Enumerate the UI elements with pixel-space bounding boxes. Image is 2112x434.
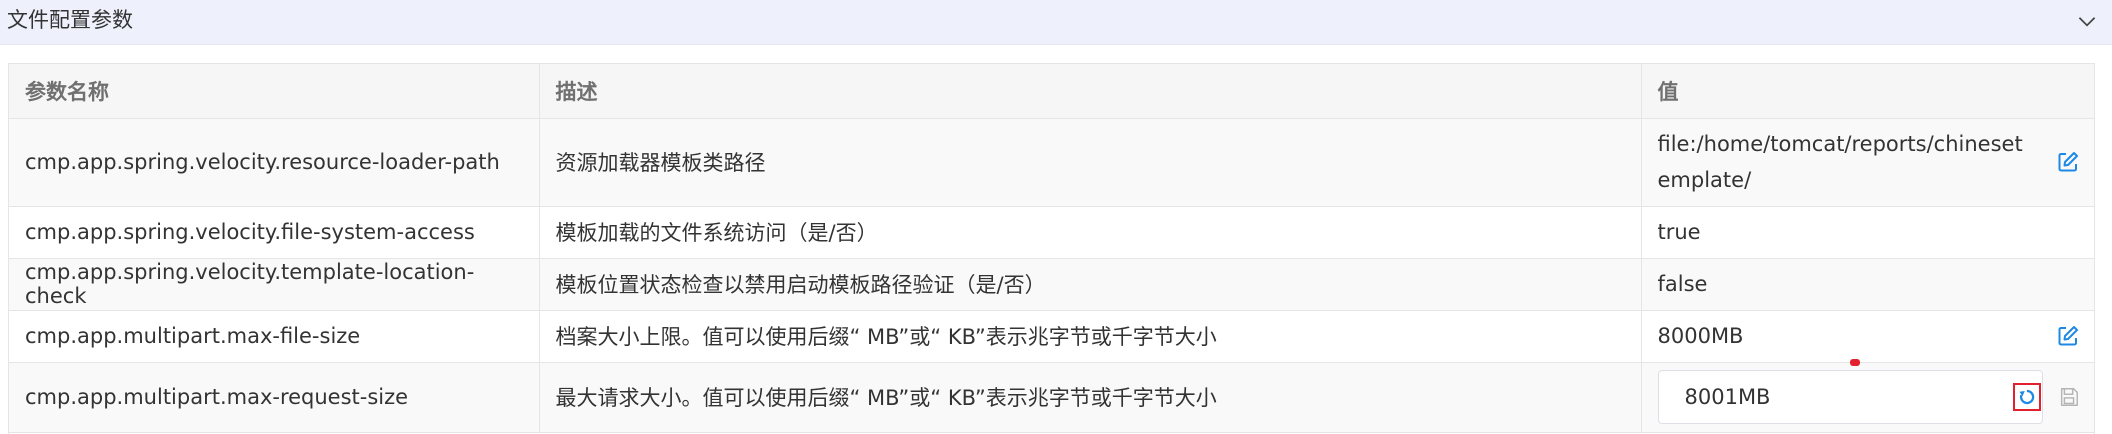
param-description: 最大请求大小。值可以使用后缀“ MB”或“ KB”表示兆字节或千字节大小 <box>539 362 1642 433</box>
table-row: cmp.app.spring.velocity.file-system-acce… <box>9 206 2094 259</box>
table-row-editing: cmp.app.multipart.max-request-size 最大请求大… <box>9 362 2094 433</box>
param-value-editor-cell <box>1641 362 2094 433</box>
edit-icon[interactable] <box>2056 150 2080 174</box>
param-value-cell: 8000MB <box>1641 310 2094 363</box>
param-name: cmp.app.spring.velocity.template-locatio… <box>9 258 540 311</box>
param-name: cmp.app.multipart.max-file-size <box>9 310 540 363</box>
value-input[interactable] <box>1659 371 2000 422</box>
param-name: cmp.app.multipart.max-request-size <box>9 362 540 433</box>
column-header-name: 参数名称 <box>9 64 540 119</box>
table-header-row: 参数名称 描述 值 <box>9 64 2094 119</box>
param-value: file:/home/tomcat/reports/chinesetemplat… <box>1657 132 2023 192</box>
chevron-down-icon[interactable] <box>2074 8 2100 34</box>
param-value: true <box>1641 206 2094 259</box>
reset-icon <box>2019 389 2034 404</box>
column-header-description: 描述 <box>539 64 1642 119</box>
save-icon[interactable] <box>2058 386 2080 408</box>
param-description: 档案大小上限。值可以使用后缀“ MB”或“ KB”表示兆字节或千字节大小 <box>539 310 1642 363</box>
param-description: 资源加载器模板类路径 <box>539 118 1642 207</box>
table-row: cmp.app.multipart.max-file-size 档案大小上限。值… <box>9 310 2094 363</box>
reset-button[interactable] <box>2012 382 2041 411</box>
panel-title: 文件配置参数 <box>7 8 133 32</box>
config-panel-header[interactable]: 文件配置参数 <box>0 0 2112 45</box>
param-name: cmp.app.spring.velocity.resource-loader-… <box>9 118 540 207</box>
param-name: cmp.app.spring.velocity.file-system-acce… <box>9 206 540 259</box>
change-indicator-dot <box>1850 359 1860 366</box>
param-description: 模板加载的文件系统访问（是/否） <box>539 206 1642 259</box>
column-header-value: 值 <box>1641 64 2094 119</box>
edit-icon[interactable] <box>2056 324 2080 348</box>
param-value: false <box>1641 258 2094 311</box>
table-row: cmp.app.spring.velocity.resource-loader-… <box>9 118 2094 207</box>
param-value: 8000MB <box>1657 324 1744 348</box>
config-table: 参数名称 描述 值 cmp.app.spring.velocity.resour… <box>8 63 2095 434</box>
value-editor <box>1657 369 2043 424</box>
table-row: cmp.app.spring.velocity.template-locatio… <box>9 258 2094 311</box>
param-value-cell: file:/home/tomcat/reports/chinesetemplat… <box>1641 118 2094 207</box>
param-description: 模板位置状态检查以禁用启动模板路径验证（是/否） <box>539 258 1642 311</box>
